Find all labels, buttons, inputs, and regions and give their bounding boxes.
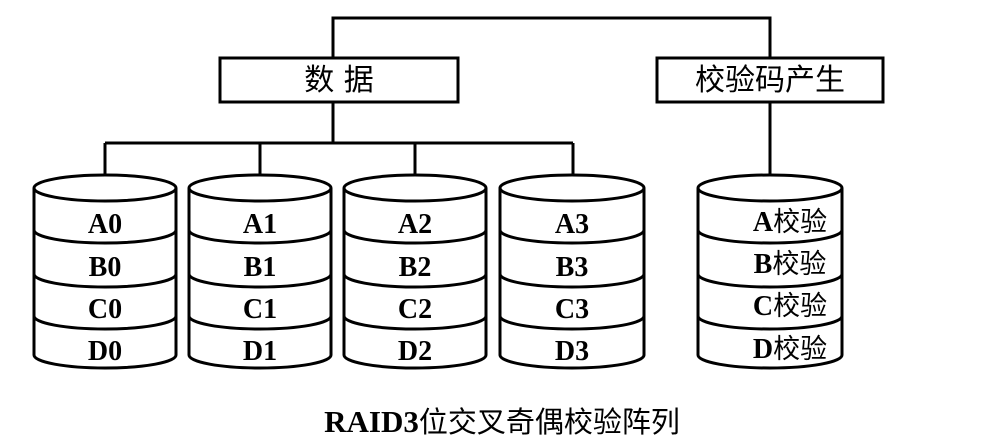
disk-cell: C0 [88, 294, 122, 325]
parity-cell: D校验 [753, 334, 827, 365]
parity-generator-label: 校验码产生 [695, 63, 845, 98]
disk-cell: C2 [398, 294, 432, 325]
disk-cell: A0 [88, 209, 122, 240]
parity-cell: C校验 [753, 291, 827, 322]
diagram-caption: RAID3位交叉奇偶校验阵列 [324, 404, 680, 439]
disk-2: A2 B2 C2 D2 [342, 173, 488, 370]
data-box-label: 数 据 [304, 63, 374, 98]
disk-0: A0 B0 C0 D0 [32, 173, 178, 370]
disk-cell: D3 [555, 336, 589, 367]
disk-3: A3 B3 C3 D3 [498, 173, 646, 370]
disk-cell: A3 [555, 209, 589, 240]
disk-cell: D2 [398, 336, 432, 367]
parity-generator-box: 校验码产生 [655, 56, 885, 104]
disk-cell: B1 [244, 252, 277, 283]
disk-cell: D0 [88, 336, 122, 367]
parity-cell: A校验 [753, 207, 827, 238]
disk-cell: B3 [556, 252, 589, 283]
caption-text: 位交叉奇偶校验阵列 [419, 405, 680, 439]
data-box: 数 据 [218, 56, 460, 104]
disk-cell: A2 [398, 209, 432, 240]
raid3-diagram: 数 据 校验码产生 A0 B0 C0 D0 A1 B1 C1 D1 A2 B2 … [32, 16, 885, 439]
disk-cell: D1 [243, 336, 277, 367]
disk-cell: B0 [89, 252, 122, 283]
disk-cell: B2 [399, 252, 432, 283]
top-connector [331, 16, 772, 58]
parity-disk: A校验 B校验 C校验 D校验 [696, 173, 844, 370]
caption-prefix: RAID3 [324, 404, 419, 439]
disk-1: A1 B1 C1 D1 [187, 173, 333, 370]
disk-cell: C3 [555, 294, 589, 325]
disk-cell: C1 [243, 294, 277, 325]
parity-cell: B校验 [754, 249, 827, 280]
disk-cell: A1 [243, 209, 277, 240]
